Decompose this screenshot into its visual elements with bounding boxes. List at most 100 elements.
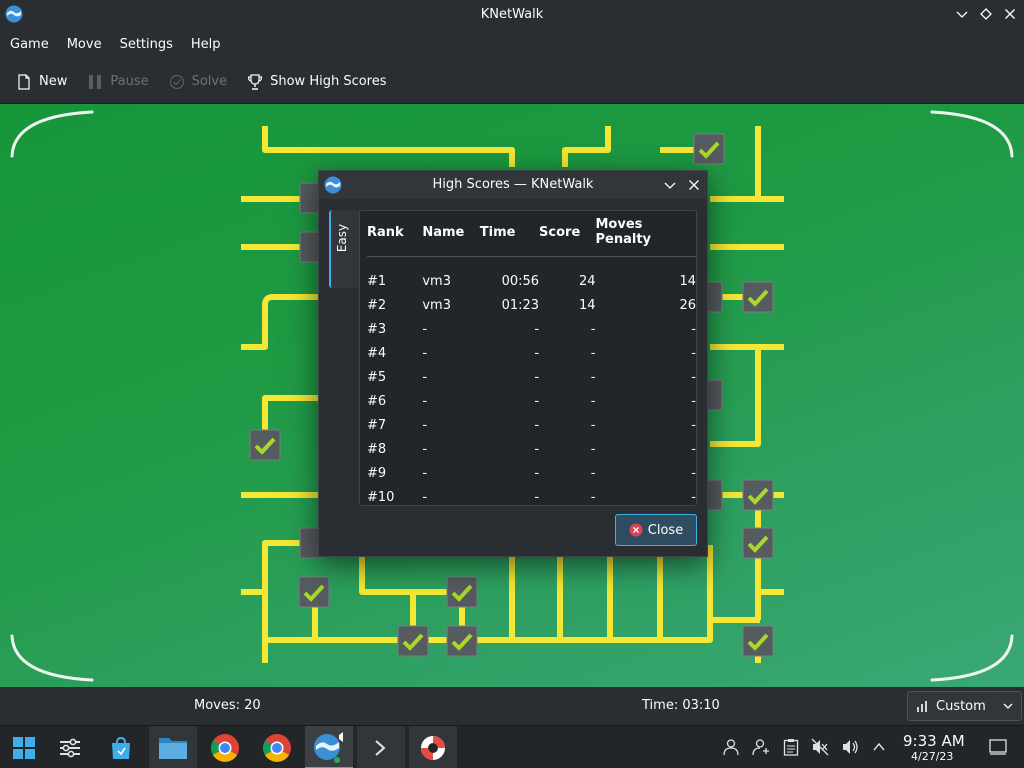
column-moves-penalty: Moves Penalty	[595, 217, 652, 247]
folder-icon	[159, 737, 187, 759]
chevron-down-icon	[664, 182, 676, 189]
table-row: #3 - - - -	[367, 317, 696, 341]
close-window-button[interactable]	[1001, 5, 1019, 23]
close-dialog-button[interactable]: Close	[615, 514, 697, 546]
name-cell: -	[422, 489, 428, 505]
pause-icon	[89, 74, 102, 89]
column-rank: Rank	[367, 224, 404, 240]
rank-cell: #4	[367, 345, 387, 361]
checkmark-circle-icon	[169, 74, 184, 89]
menu-settings[interactable]: Settings	[120, 37, 173, 52]
new-game-button[interactable]: New	[16, 73, 68, 90]
show-desktop-button[interactable]	[987, 736, 1009, 758]
help-center-launcher[interactable]	[409, 726, 457, 768]
solve-label: Solve	[191, 74, 228, 89]
high-scores-dialog[interactable]: High Scores — KNetWalk Easy Rank Name Ti…	[318, 170, 708, 557]
user-icon	[723, 739, 739, 756]
menu-move[interactable]: Move	[67, 37, 102, 52]
dialog-close-x-button[interactable]	[685, 176, 703, 194]
chrome-launcher[interactable]	[201, 726, 249, 768]
toolbar: New Pause Solve Show High Scores	[0, 60, 1024, 104]
clock-date[interactable]: 4/27/23	[911, 750, 953, 763]
konsole-launcher[interactable]	[357, 726, 405, 768]
pause-button[interactable]: Pause	[87, 74, 149, 90]
moves-penalty-cell: -	[691, 369, 696, 385]
menu-help[interactable]: Help	[191, 37, 221, 52]
table-row: #1 vm3 00:56 24 14	[367, 269, 696, 293]
rank-cell: #3	[367, 321, 387, 337]
close-icon	[1005, 9, 1015, 19]
window-title: KNetWalk	[480, 7, 544, 22]
speaker-muted-icon	[811, 738, 829, 756]
header-separator	[367, 247, 696, 261]
moves-penalty-cell: -	[691, 441, 696, 457]
discover-launcher[interactable]	[97, 726, 145, 768]
score-cell: -	[590, 465, 596, 481]
system-settings-launcher[interactable]	[46, 726, 94, 768]
clock-time[interactable]: 9:33 AM	[903, 732, 965, 750]
dialog-titlebar[interactable]: High Scores — KNetWalk	[319, 171, 707, 199]
menu-game[interactable]: Game	[10, 37, 49, 52]
score-cell: -	[590, 321, 596, 337]
chevron-down-icon	[1003, 703, 1013, 709]
moves-penalty-cell: -	[691, 417, 696, 433]
moves-penalty-cell: -	[691, 489, 696, 505]
score-cell: 14	[578, 297, 596, 313]
name-cell: -	[422, 465, 428, 481]
chrome-icon	[263, 733, 291, 762]
shopping-bag-icon	[112, 736, 130, 759]
window-titlebar[interactable]: KNetWalk	[0, 0, 1024, 29]
name-cell: -	[422, 369, 428, 385]
file-manager-launcher[interactable]	[149, 726, 197, 768]
moves-penalty-cell: -	[691, 321, 696, 337]
show-high-scores-button[interactable]: Show High Scores	[247, 73, 387, 90]
difficulty-dropdown[interactable]: Custom	[907, 691, 1022, 721]
scores-table: Rank Name Time Score Moves Penalty #1 vm3…	[367, 217, 696, 509]
moves-penalty-cell: -	[691, 393, 696, 409]
moves-penalty-cell: -	[691, 345, 696, 361]
trophy-icon	[248, 73, 263, 90]
chrome-icon	[211, 733, 239, 762]
knetwalk-app-icon	[314, 731, 343, 763]
moves-penalty-cell: -	[691, 465, 696, 481]
dialog-minimize-button[interactable]	[661, 176, 679, 194]
name-cell: vm3	[422, 273, 451, 289]
time-cell: 01:23	[501, 297, 540, 313]
user-tray-button[interactable]	[720, 736, 742, 758]
pause-label: Pause	[110, 74, 149, 89]
solve-button[interactable]: Solve	[169, 74, 228, 90]
score-cell: -	[590, 417, 596, 433]
rank-cell: #2	[367, 297, 387, 313]
volume-tray-button[interactable]	[839, 736, 861, 758]
tab-easy[interactable]: Easy	[329, 210, 359, 288]
clipboard-icon	[783, 739, 799, 756]
table-row: #6 - - - -	[367, 389, 696, 413]
maximize-button[interactable]	[977, 5, 995, 23]
minimize-button[interactable]	[953, 5, 971, 23]
clipboard-tray-button[interactable]	[780, 736, 802, 758]
time-cell: -	[534, 465, 540, 481]
start-menu-button[interactable]	[0, 726, 48, 768]
column-name: Name	[422, 224, 465, 240]
close-circle-icon	[629, 523, 643, 537]
time-cell: 00:56	[501, 273, 540, 289]
knetwalk-task[interactable]	[305, 726, 353, 768]
tray-expand-button[interactable]	[868, 736, 890, 758]
time-cell: -	[534, 441, 540, 457]
sliders-icon	[60, 738, 80, 757]
speaker-icon	[843, 740, 858, 754]
score-cell: 24	[578, 273, 596, 289]
name-cell: vm3	[422, 297, 451, 313]
menu-bar: Game Move Settings Help	[0, 29, 1024, 60]
table-row: #2 vm3 01:23 14 26	[367, 293, 696, 317]
new-game-label: New	[39, 74, 68, 89]
chromium-launcher[interactable]	[253, 726, 301, 768]
time-cell: -	[534, 345, 540, 361]
user-switch-icon	[752, 739, 769, 756]
difficulty-value: Custom	[936, 698, 986, 714]
moves-penalty-cell: 26	[679, 297, 696, 313]
new-document-icon	[18, 73, 30, 90]
user-switch-tray-button[interactable]	[750, 736, 772, 758]
audio-muted-tray-button[interactable]	[809, 736, 831, 758]
status-bar: Moves: 20 Time: 03:10 Custom	[0, 687, 1024, 725]
